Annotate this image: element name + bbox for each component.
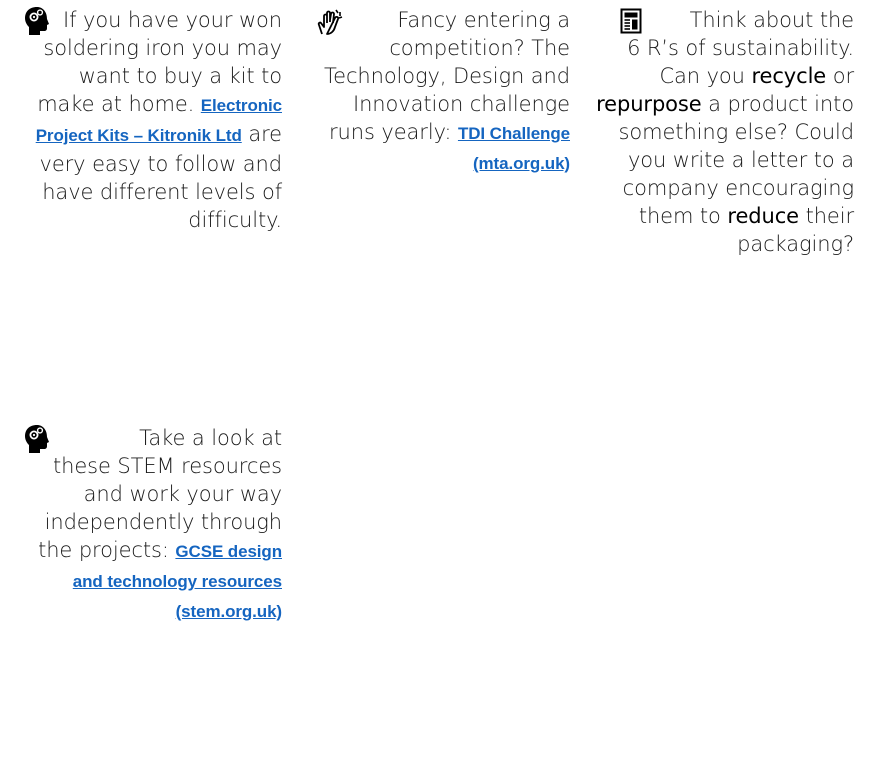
card-text: Think about the 6 R’s of sustainability.… <box>592 6 854 258</box>
card-stem-resources: Take a look at these STEM resources and … <box>24 424 282 626</box>
sign-language-hand-icon <box>316 8 346 38</box>
card-text: Fancy entering a competition? The Techno… <box>318 6 570 178</box>
card-soldering-kits: If you have your won soldering iron you … <box>24 6 282 234</box>
card-text: Take a look at these STEM resources and … <box>24 424 282 626</box>
word-recycle: recycle <box>751 64 827 88</box>
tdi-challenge-link[interactable]: TDI Challenge (mta.org.uk) <box>458 124 570 173</box>
card-sustainability: Think about the 6 R’s of sustainability.… <box>592 6 854 258</box>
newspaper-icon <box>620 8 650 38</box>
card-competition: Fancy entering a competition? The Techno… <box>316 6 570 178</box>
card-text: If you have your won soldering iron you … <box>24 6 282 234</box>
head-gears-icon <box>24 6 54 36</box>
word-reduce: reduce <box>727 204 799 228</box>
head-gears-icon <box>24 424 54 454</box>
word-repurpose: repurpose <box>596 92 702 116</box>
card-body-2: or <box>832 64 854 88</box>
